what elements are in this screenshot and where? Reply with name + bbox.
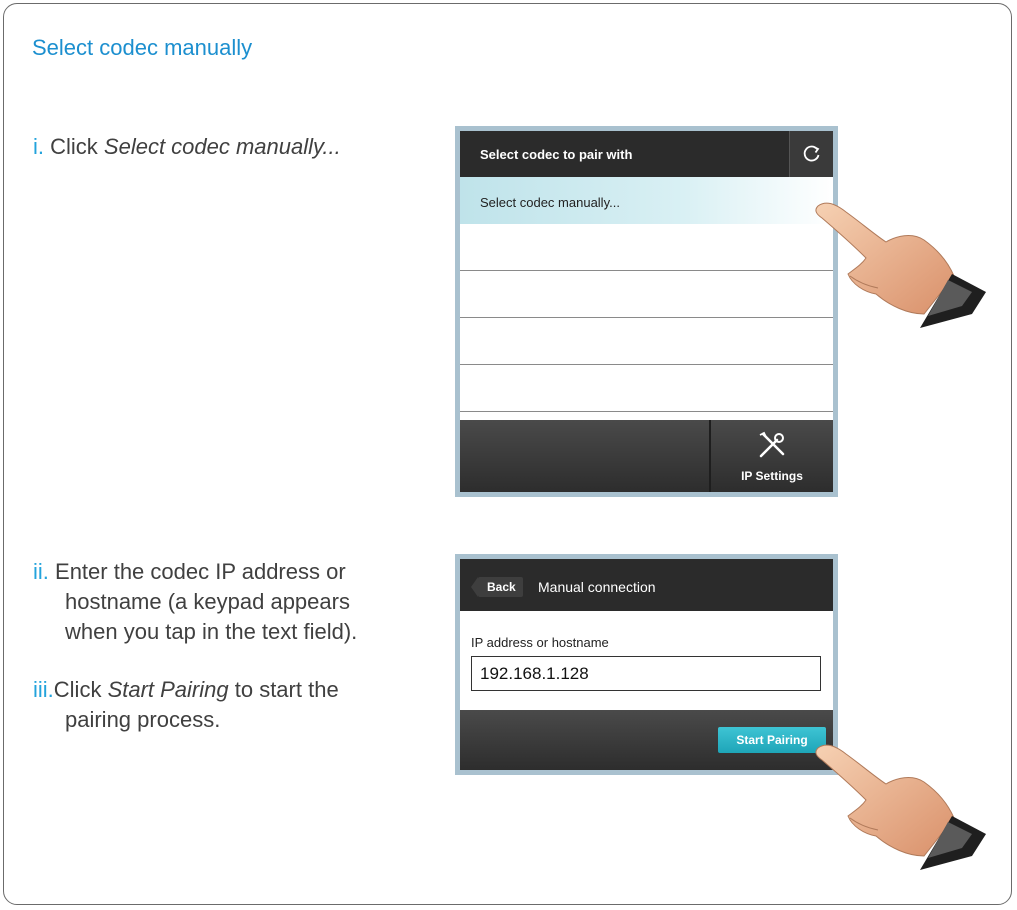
screen-title: Manual connection bbox=[538, 579, 656, 595]
step-3-emphasis: Start Pairing bbox=[107, 677, 229, 702]
step-3-line2: pairing process. bbox=[65, 707, 221, 732]
step-1-pre: Click bbox=[50, 134, 104, 159]
step-2: ii. Enter the codec IP address or hostna… bbox=[33, 557, 357, 647]
step-3: iii.Click Start Pairing to start the pai… bbox=[33, 675, 339, 735]
ip-settings-label: IP Settings bbox=[741, 469, 803, 483]
step-1-emphasis: Select codec manually... bbox=[103, 134, 341, 159]
step-1: i. Click Select codec manually... bbox=[33, 132, 341, 162]
pointing-hand-icon bbox=[815, 744, 986, 870]
list-item[interactable] bbox=[460, 365, 833, 412]
list-item[interactable] bbox=[460, 224, 833, 271]
ip-settings-button[interactable]: IP Settings bbox=[709, 420, 833, 492]
start-pairing-button[interactable]: Start Pairing bbox=[718, 727, 826, 753]
section-title: Select codec manually bbox=[32, 35, 253, 60]
manual-connection-screen: Back Manual connection IP address or hos… bbox=[455, 554, 838, 775]
pointing-hand-icon bbox=[815, 202, 986, 328]
step-3-pre: Click bbox=[53, 677, 108, 702]
refresh-button[interactable] bbox=[789, 131, 833, 177]
select-manually-row[interactable]: Select codec manually... bbox=[460, 177, 833, 224]
ip-field-label: IP address or hostname bbox=[471, 635, 609, 650]
list-item[interactable] bbox=[460, 271, 833, 318]
step-2-line2: hostname (a keypad appears bbox=[65, 589, 350, 614]
step-2-line3: when you tap in the text field). bbox=[65, 619, 358, 644]
screen-footer: Start Pairing bbox=[460, 710, 833, 770]
step-3-number: iii. bbox=[33, 677, 54, 702]
ip-address-input[interactable] bbox=[471, 656, 821, 691]
list-item[interactable] bbox=[460, 318, 833, 365]
step-3-post: to start the bbox=[228, 677, 339, 702]
step-1-number: i. bbox=[33, 134, 44, 159]
step-2-number: ii. bbox=[33, 559, 49, 584]
screen-header: Select codec to pair with bbox=[460, 131, 833, 177]
refresh-icon bbox=[803, 145, 820, 162]
tools-icon bbox=[759, 431, 785, 458]
step-2-line1: Enter the codec IP address or bbox=[55, 559, 346, 584]
screen-title: Select codec to pair with bbox=[480, 147, 633, 162]
select-manually-label: Select codec manually... bbox=[480, 195, 620, 210]
screen-footer: IP Settings bbox=[460, 420, 833, 492]
back-button[interactable]: Back bbox=[471, 577, 523, 597]
screen-header: Back Manual connection bbox=[460, 559, 833, 611]
codec-select-screen: Select codec to pair with Select codec m… bbox=[455, 126, 838, 497]
